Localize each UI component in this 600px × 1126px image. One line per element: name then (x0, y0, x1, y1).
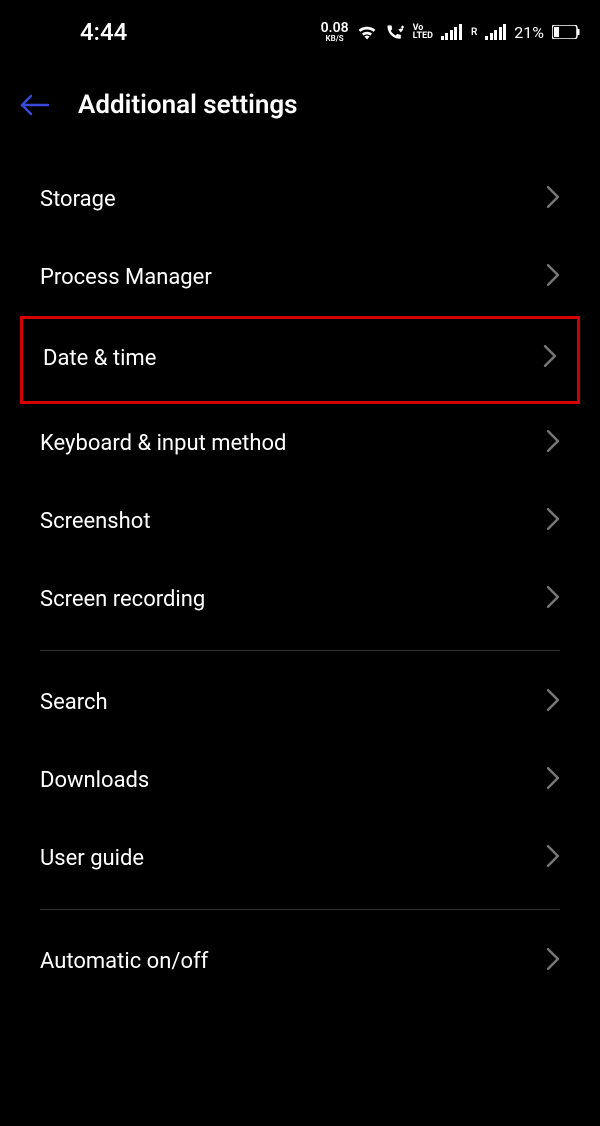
wifi-icon (357, 24, 377, 40)
data-speed-icon: 0.08 KB/S (321, 21, 349, 43)
battery-icon (552, 25, 580, 39)
chevron-right-icon (546, 264, 560, 290)
chevron-right-icon (546, 845, 560, 871)
status-bar: 4:44 0.08 KB/S Vo LTED R (0, 0, 600, 60)
settings-item-label: Screenshot (40, 509, 151, 534)
chevron-right-icon (546, 186, 560, 212)
chevron-right-icon (546, 767, 560, 793)
page-header: Additional settings (0, 60, 600, 160)
settings-item-keyboard-input-method[interactable]: Keyboard & input method (0, 404, 600, 482)
settings-item-date-time[interactable]: Date & time (20, 316, 580, 404)
page-title: Additional settings (78, 90, 298, 120)
chevron-right-icon (546, 948, 560, 974)
settings-item-label: Screen recording (40, 587, 205, 612)
wifi-calling-icon (385, 24, 405, 40)
chevron-right-icon (543, 345, 557, 371)
settings-item-search[interactable]: Search (0, 663, 600, 741)
settings-item-label: Date & time (43, 346, 156, 371)
back-button[interactable] (20, 93, 50, 117)
chevron-right-icon (546, 586, 560, 612)
settings-item-label: Automatic on/off (40, 949, 208, 974)
settings-item-automatic-on-off[interactable]: Automatic on/off (0, 922, 600, 1000)
settings-item-screen-recording[interactable]: Screen recording (0, 560, 600, 638)
divider (40, 909, 560, 910)
settings-item-process-manager[interactable]: Process Manager (0, 238, 600, 316)
signal-icon-1 (441, 24, 462, 40)
settings-item-screenshot[interactable]: Screenshot (0, 482, 600, 560)
chevron-right-icon (546, 430, 560, 456)
signal-icon-2 (485, 24, 506, 40)
settings-item-label: Storage (40, 187, 116, 212)
status-icons: 0.08 KB/S Vo LTED R 21% (321, 21, 580, 43)
settings-item-label: User guide (40, 846, 144, 871)
divider (40, 650, 560, 651)
settings-item-label: Search (40, 690, 108, 715)
chevron-right-icon (546, 508, 560, 534)
settings-item-downloads[interactable]: Downloads (0, 741, 600, 819)
settings-item-label: Process Manager (40, 265, 212, 290)
settings-item-user-guide[interactable]: User guide (0, 819, 600, 897)
battery-percentage: 21% (514, 23, 544, 42)
chevron-right-icon (546, 689, 560, 715)
roaming-icon: R (471, 27, 477, 38)
status-time: 4:44 (20, 18, 127, 46)
settings-item-label: Downloads (40, 768, 149, 793)
volte-icon: Vo LTED (413, 24, 433, 40)
settings-item-label: Keyboard & input method (40, 431, 286, 456)
settings-item-storage[interactable]: Storage (0, 160, 600, 238)
settings-list: Storage Process Manager Date & time Keyboar… (0, 160, 600, 1000)
